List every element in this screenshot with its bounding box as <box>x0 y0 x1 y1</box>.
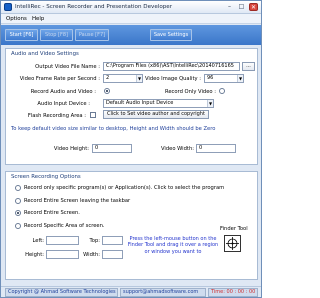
top-input[interactable] <box>102 236 123 245</box>
crosshair-icon <box>226 237 239 250</box>
image-quality-value: 96 <box>207 75 214 81</box>
recording-time: Time: 00 : 00 : 00 <box>208 288 258 297</box>
left-input[interactable] <box>46 236 79 245</box>
output-file-label: Output Video File Name : <box>35 64 100 70</box>
menu-help[interactable]: Help <box>32 16 44 22</box>
image-quality-select[interactable]: 96 ▼ <box>204 74 244 83</box>
audio-device-label: Audio Input Device : <box>37 101 90 107</box>
flash-area-checkbox[interactable] <box>90 112 96 118</box>
audio-device-select[interactable]: Default Audio Input Device ▼ <box>103 99 214 108</box>
window-title: IntelliRec - Screen Recorder and Present… <box>15 4 173 10</box>
specific-area-label[interactable]: Record Specific Area of screen. <box>24 223 105 229</box>
screen-recording-options-title: Screen Recording Options <box>11 174 81 180</box>
frame-rate-select[interactable]: 2 ▼ <box>103 74 143 83</box>
flash-area-label: Flash Recording Area : <box>27 113 86 119</box>
frame-rate-value: 2 <box>106 75 110 81</box>
maximize-icon[interactable]: □ <box>237 3 246 11</box>
video-height-input[interactable]: 0 <box>92 144 132 153</box>
record-audio-video-radio[interactable] <box>104 88 110 94</box>
audio-device-value: Default Audio Input Device <box>106 100 174 106</box>
chevron-down-icon: ▼ <box>207 100 213 107</box>
set-author-copyright-button[interactable]: Click to Set video author and copyright <box>103 110 209 119</box>
entire-screen-radio[interactable] <box>15 210 21 216</box>
entire-screen-label[interactable]: Record Entire Screen. <box>24 210 80 216</box>
width-label: Width: <box>83 252 100 258</box>
toolbar: Start [F6] Stop [F8] Pause [F7] Save Set… <box>1 25 261 45</box>
image-quality-label: Video Image Quality : <box>144 76 201 82</box>
video-size-note: To keep default video size similar to de… <box>11 126 216 132</box>
status-bar: Copyright @ Ahmad Software Technologies … <box>1 286 261 297</box>
specific-program-radio[interactable] <box>15 185 21 191</box>
screen-recording-options-panel: Screen Recording Options Record only spe… <box>5 171 258 280</box>
finder-tool[interactable] <box>224 235 241 252</box>
start-button[interactable]: Start [F6] <box>5 29 38 41</box>
video-width-label: Video Width: <box>160 146 194 152</box>
record-video-only-label: Record Only Video : <box>164 89 216 95</box>
minimize-icon[interactable]: – <box>225 3 234 11</box>
left-label: Left: <box>32 238 44 244</box>
height-label: Height: <box>25 252 44 258</box>
support-email: support@ahmadsoftware.com <box>120 288 206 297</box>
stop-button[interactable]: Stop [F8] <box>40 29 73 41</box>
chevron-down-icon: ▼ <box>136 75 142 82</box>
pause-button[interactable]: Pause [F7] <box>75 29 109 41</box>
chevron-down-icon: ▼ <box>237 75 243 82</box>
finder-help-text: Press the left-mouse button on the Finde… <box>127 236 219 255</box>
app-icon <box>4 3 12 11</box>
audio-video-settings-panel: Audio and Video Settings Output Video Fi… <box>5 48 258 165</box>
screen-no-taskbar-radio[interactable] <box>15 198 21 204</box>
app-window: IntelliRec - Screen Recorder and Present… <box>0 0 262 298</box>
save-settings-button[interactable]: Save Settings <box>150 29 192 41</box>
top-label: Top: <box>89 238 101 244</box>
video-width-input[interactable]: 0 <box>196 144 236 153</box>
close-icon[interactable]: ✕ <box>249 3 258 11</box>
output-file-input[interactable]: C:\Program Files (x86)\AST\IntelliRec\20… <box>103 62 240 71</box>
frame-rate-label: Video Frame Rate per Second : <box>19 76 100 82</box>
screen-no-taskbar-label[interactable]: Record Entire Screen leaving the taskbar <box>24 198 130 204</box>
finder-tool-label: Finder Tool <box>220 226 248 232</box>
video-height-label: Video Height: <box>53 146 89 152</box>
record-audio-video-label: Record Audio and Video : <box>30 89 96 95</box>
menu-options[interactable]: Options <box>6 16 27 22</box>
title-bar: IntelliRec - Screen Recorder and Present… <box>1 1 261 14</box>
height-input[interactable] <box>46 250 79 259</box>
menu-bar: Options Help <box>1 14 261 24</box>
width-input[interactable] <box>102 250 123 259</box>
browse-button[interactable]: ... <box>242 62 255 71</box>
record-video-only-radio[interactable] <box>219 88 225 94</box>
audio-video-settings-title: Audio and Video Settings <box>11 51 79 57</box>
copyright-text: Copyright @ Ahmad Software Technologies <box>5 288 118 297</box>
specific-program-label[interactable]: Record only specific program(s) or Appli… <box>24 185 224 191</box>
specific-area-radio[interactable] <box>15 223 21 229</box>
